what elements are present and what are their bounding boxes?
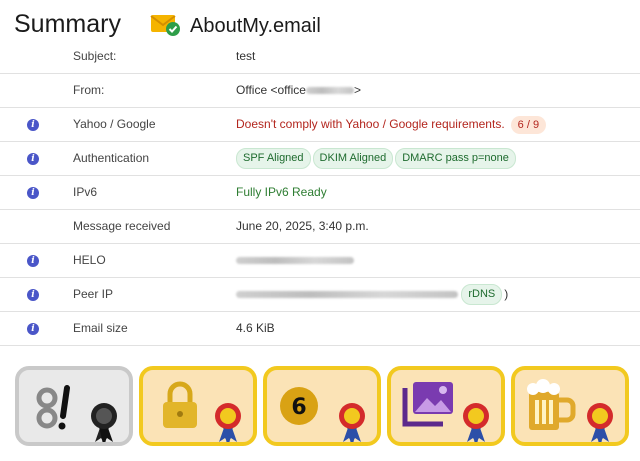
row-label: Authentication	[73, 151, 150, 165]
rosette-icon	[339, 403, 365, 442]
row-helo[interactable]: i HELO	[0, 244, 640, 278]
row-email-size[interactable]: i Email size 4.6 KiB	[0, 312, 640, 346]
row-authentication[interactable]: i Authentication SPF Aligned DKIM Aligned…	[0, 142, 640, 176]
row-ipv6[interactable]: i IPv6 Fully IPv6 Ready	[0, 176, 640, 210]
grade-six-icon: 6	[280, 387, 365, 442]
row-value: 4.6 KiB	[236, 321, 275, 335]
row-yahoo-google[interactable]: i Yahoo / Google Doesn't comply with Yah…	[0, 108, 640, 142]
badge-beer[interactable]	[511, 366, 629, 446]
row-value: SPF Aligned DKIM Aligned DMARC pass p=none	[236, 142, 518, 175]
row-value: test	[236, 49, 256, 63]
rdns-pill: rDNS	[461, 284, 503, 306]
row-label: Yahoo / Google	[73, 117, 156, 131]
from-close: >	[353, 83, 361, 97]
redacted-address	[305, 87, 354, 95]
info-icon[interactable]: i	[27, 289, 39, 301]
row-peer-ip[interactable]: i Peer IP rDNS)	[0, 278, 640, 312]
row-value: Fully IPv6 Ready	[236, 185, 327, 199]
beer-icon	[527, 379, 613, 442]
badge-code-score[interactable]	[15, 366, 133, 446]
summary-table: Subject: test From: Office <office > i Ya…	[0, 40, 640, 346]
redacted-helo	[236, 257, 354, 265]
spf-pill: SPF Aligned	[236, 148, 311, 170]
row-value: rDNS)	[236, 278, 508, 311]
row-message-received: Message received June 20, 2025, 3:40 p.m…	[0, 210, 640, 244]
lock-icon	[163, 381, 241, 442]
redacted-peer-ip	[236, 291, 458, 299]
badge-grade-six[interactable]: 6	[263, 366, 381, 446]
row-label: Message received	[73, 219, 171, 233]
row-subject: Subject: test	[0, 40, 640, 74]
info-icon[interactable]: i	[27, 153, 39, 165]
compliance-count-badge: 6 / 9	[510, 115, 547, 134]
info-icon[interactable]: i	[27, 187, 39, 199]
dkim-pill: DKIM Aligned	[312, 148, 394, 170]
compliance-text: Doesn't comply with Yahoo / Google requi…	[236, 117, 505, 131]
rosette-icon	[463, 403, 489, 442]
envelope-check-icon	[150, 15, 180, 36]
peer-ip-suffix: )	[504, 287, 509, 301]
rosette-icon	[215, 403, 241, 442]
row-from: From: Office <office >	[0, 74, 640, 108]
dmarc-pill: DMARC pass p=none	[395, 148, 516, 170]
achievement-badges: 6	[15, 366, 640, 446]
rosette-icon	[587, 403, 613, 442]
row-label: Email size	[73, 321, 128, 335]
row-label: From:	[73, 83, 105, 97]
row-value	[236, 244, 354, 277]
from-text: Office <office	[236, 83, 306, 97]
info-icon[interactable]: i	[27, 323, 39, 335]
row-label: IPv6	[73, 185, 98, 199]
page-title: Summary	[14, 10, 121, 38]
info-icon[interactable]: i	[27, 255, 39, 267]
badge-image[interactable]	[387, 366, 505, 446]
code-score-icon	[36, 385, 117, 442]
row-value: Office <office >	[236, 74, 361, 107]
row-label: HELO	[73, 253, 106, 267]
header: Summary AboutMy.email	[0, 0, 640, 40]
info-icon[interactable]: i	[27, 119, 39, 131]
row-label: Peer IP	[73, 287, 114, 301]
row-label: Subject:	[73, 49, 117, 63]
badge-lock[interactable]	[139, 366, 257, 446]
row-value: June 20, 2025, 3:40 p.m.	[236, 219, 369, 233]
rosette-icon	[91, 403, 117, 442]
image-icon	[402, 382, 489, 442]
svg-text:6: 6	[291, 395, 306, 420]
brand-name: AboutMy.email	[190, 15, 321, 37]
row-value: Doesn't comply with Yahoo / Google requi…	[236, 108, 547, 141]
